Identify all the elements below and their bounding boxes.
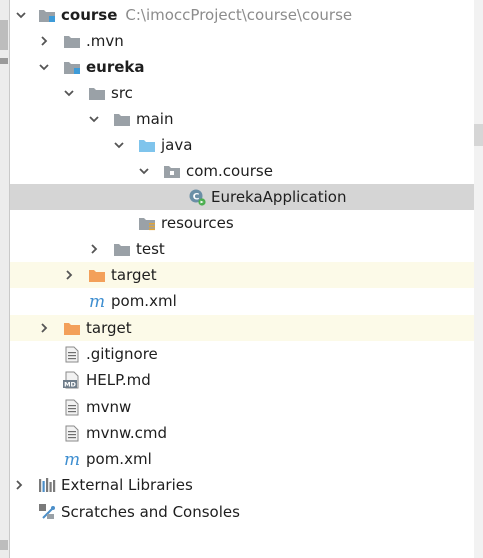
chevron-right-icon[interactable] [11,477,27,493]
tree-node-label: Scratches and Consoles [61,503,240,521]
module-folder-icon [63,58,81,76]
tree-node-eureka-target[interactable]: target [10,262,474,288]
libraries-icon [38,476,56,494]
tree-node-label: EurekaApplication [211,188,347,206]
maven-icon: m [88,292,106,310]
project-tree[interactable]: course C:\imoccProject\course\course .mvn… [10,0,474,558]
vertical-scrollbar[interactable] [474,0,483,558]
package-icon [163,162,181,180]
tree-node-mvnw-cmd[interactable]: mvnw.cmd [10,420,474,446]
tree-node-label: target [86,319,132,337]
tree-node-label: pom.xml [111,292,177,310]
tree-node-label: main [136,110,174,128]
tree-node-label: com.course [186,162,273,180]
tree-node-label: mvnw [86,398,132,416]
tree-node-label: target [111,266,157,284]
tree-node-label: HELP.md [86,371,151,389]
tree-node-main[interactable]: main [10,106,474,132]
folder-icon [88,84,106,102]
folder-icon [113,110,131,128]
project-tool-window-button[interactable] [0,20,8,50]
tree-node-label: mvnw.cmd [86,424,168,442]
chevron-right-icon[interactable] [86,241,102,257]
scratches-icon [38,503,56,521]
tree-node-label: .gitignore [86,345,158,363]
tree-node-eureka-application[interactable]: C EurekaApplication [10,184,474,210]
tree-node-label: External Libraries [61,476,193,494]
tree-node-label: src [111,84,133,102]
chevron-right-icon[interactable] [36,320,52,336]
excluded-folder-icon [63,319,81,337]
tree-node-label: pom.xml [86,450,152,468]
tree-node-root-pom[interactable]: m pom.xml [10,446,474,472]
tree-node-help-md[interactable]: MD HELP.md [10,367,474,393]
tree-node-root-target[interactable]: target [10,315,474,341]
tool-window-stripe-marker [0,58,8,64]
tree-node-label: test [136,240,165,258]
svg-text:MD: MD [64,381,76,389]
tree-node-mvnw[interactable]: mvnw [10,394,474,420]
module-folder-icon [38,6,56,24]
tree-node-label: resources [161,214,234,232]
chevron-down-icon[interactable] [36,59,52,75]
text-file-icon [63,345,81,363]
maven-icon: m [63,450,81,468]
text-file-icon [63,398,81,416]
svg-text:m: m [64,450,80,468]
markdown-file-icon: MD [63,371,81,389]
tree-node-com-course[interactable]: com.course [10,158,474,184]
chevron-down-icon[interactable] [61,85,77,101]
folder-icon [113,240,131,258]
text-file-icon [63,424,81,442]
tree-node-scratches[interactable]: Scratches and Consoles [10,499,474,525]
tree-node-resources[interactable]: resources [10,210,474,236]
resources-folder-icon [138,214,156,232]
chevron-right-icon[interactable] [36,33,52,49]
tree-node-mvn[interactable]: .mvn [10,28,474,54]
tree-node-external-libraries[interactable]: External Libraries [10,472,474,498]
tool-window-stripe[interactable] [0,0,10,558]
project-path: C:\imoccProject\course\course [125,6,353,24]
tree-node-label: eureka [86,58,145,76]
scrollbar-thumb[interactable] [474,124,483,146]
tree-node-eureka[interactable]: eureka [10,54,474,80]
svg-text:m: m [89,292,105,310]
chevron-down-icon[interactable] [111,137,127,153]
tree-node-eureka-pom[interactable]: m pom.xml [10,288,474,314]
source-root-folder-icon [138,136,156,154]
tree-node-test[interactable]: test [10,236,474,262]
excluded-folder-icon [88,266,106,284]
tree-node-gitignore[interactable]: .gitignore [10,341,474,367]
chevron-down-icon[interactable] [13,7,29,23]
structure-tool-window-button[interactable] [0,540,8,550]
folder-icon [63,32,81,50]
chevron-right-icon[interactable] [61,267,77,283]
tree-node-course[interactable]: course C:\imoccProject\course\course [10,2,474,28]
spring-boot-class-icon: C [188,188,206,206]
tree-node-label: java [161,136,193,154]
tree-node-src[interactable]: src [10,80,474,106]
tree-node-label: .mvn [86,32,124,50]
tree-node-java[interactable]: java [10,132,474,158]
chevron-down-icon[interactable] [86,111,102,127]
chevron-down-icon[interactable] [136,163,152,179]
tree-node-label: course C:\imoccProject\course\course [61,6,353,24]
